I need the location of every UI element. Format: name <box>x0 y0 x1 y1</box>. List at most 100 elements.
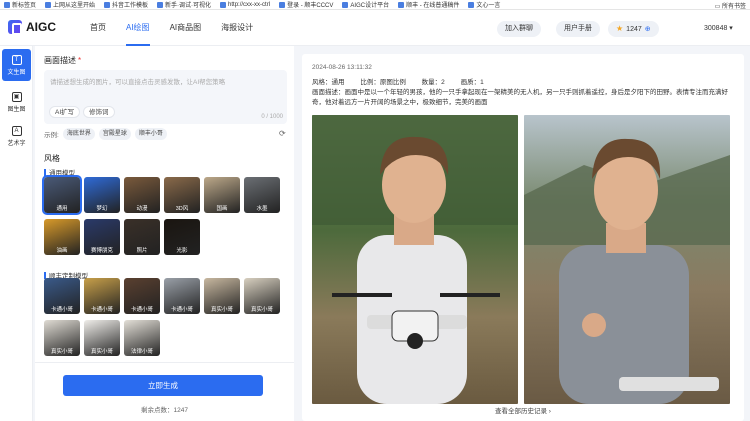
bookmark-item[interactable]: 顺丰 - 在线普通稿件 <box>398 0 459 9</box>
generate-button[interactable]: 立即生成 <box>63 375 263 396</box>
bookmark-item[interactable]: 新手·调试·可视化 <box>157 0 211 9</box>
user-manual-button[interactable]: 用户手册 <box>556 21 600 37</box>
custom-model-thumb[interactable]: 卡通小哥 <box>84 278 120 314</box>
result-datetime: 2024-08-26 13:11:32 <box>312 64 372 71</box>
style-thumb[interactable]: 通用 <box>42 175 82 215</box>
example-chip[interactable]: 宫殿星球 <box>98 128 131 140</box>
style-label: 通用 <box>56 206 68 212</box>
prompt-placeholder: 请描述想生成的图片，可以直接点击灵感发散，让AI帮您策略 <box>50 79 226 86</box>
bookmarks-bar: 新标签页 上网从这里开始 抖音工作模板 新手·调试·可视化 http://cxx… <box>0 0 750 10</box>
logo-icon <box>8 20 22 35</box>
custom-model-thumb[interactable]: 真实小哥 <box>84 320 120 356</box>
style-label: 动漫 <box>136 206 148 212</box>
style-label: 照片 <box>136 248 148 254</box>
bookmark-icon <box>279 1 286 8</box>
bookmark-icon <box>342 1 349 8</box>
refresh-icon[interactable]: ⟳ <box>279 129 286 138</box>
custom-model-label: 真实小哥 <box>50 349 73 355</box>
custom-model-thumb[interactable]: 真实小哥 <box>204 278 240 314</box>
settings-panel: 画面描述 * 请描述想生成的图片，可以直接点击灵感发散，让AI帮您策略 0 / 1… <box>35 46 294 421</box>
style-thumb[interactable]: 光影 <box>164 219 200 255</box>
bookmark-item[interactable]: 文心一言 <box>468 0 500 9</box>
custom-model-label: 卡通小哥 <box>90 307 113 313</box>
custom-model-thumb[interactable]: 真实小哥 <box>244 278 280 314</box>
result-panel: 2024-08-26 13:11:32 风格：通用 比例：原图比例 数量：2 画… <box>302 54 744 421</box>
boy-drone-photo <box>524 115 730 404</box>
bookmark-item[interactable]: 抖音工作模板 <box>104 0 148 9</box>
result-params: 风格：通用 比例：原图比例 数量：2 画质：1 <box>312 79 484 86</box>
rail-text-to-image[interactable]: T 文生图 <box>2 49 31 81</box>
rail-art-text[interactable]: A 艺术字 <box>2 120 31 152</box>
star-icon: ★ <box>616 24 624 33</box>
style-thumb[interactable]: 油画 <box>44 219 80 255</box>
result-description: 画面描述：画面中是以一个年轻的男孩，他的一只手拿起现在一架精美的无人机，另一只手… <box>312 89 728 106</box>
boy-drone-photo <box>312 115 518 404</box>
style-thumb[interactable]: 水墨 <box>244 177 280 213</box>
general-model-title: 通用模型 <box>44 167 75 177</box>
nav-home[interactable]: 首页 <box>80 10 116 46</box>
prompt-title: 画面描述 * <box>44 56 82 65</box>
custom-model-label: 卡通小哥 <box>50 307 73 313</box>
style-thumb[interactable]: 梦幻 <box>84 177 120 213</box>
chevron-down-icon: ▾ <box>727 25 733 32</box>
result-image[interactable] <box>524 115 730 404</box>
style-thumb[interactable]: 3D风 <box>164 177 200 213</box>
char-counter: 0 / 1000 <box>261 114 283 120</box>
image-icon: ▣ <box>11 91 22 102</box>
ai-expand-button[interactable]: AI扩写 <box>49 106 81 118</box>
custom-model-thumb[interactable]: 卡通小哥 <box>44 278 80 314</box>
bookmark-item[interactable]: 新标签页 <box>4 0 36 9</box>
style-label: 3D风 <box>175 206 189 212</box>
custom-model-thumb[interactable]: 法律小哥 <box>124 320 160 356</box>
top-header: AIGC 首页 AI绘图 AI商品图 海报设计 加入群聊 用户手册 ★ 1247 ⊕… <box>0 10 750 46</box>
generate-area: 立即生成 剩余点数：1247 <box>35 362 294 421</box>
nav-ai-drawing[interactable]: AI绘图 <box>116 10 160 46</box>
style-thumb[interactable]: 照片 <box>124 219 160 255</box>
bookmark-icon <box>157 1 164 8</box>
rail-image-to-image[interactable]: ▣ 图生图 <box>2 86 31 118</box>
custom-model-label: 卡通小哥 <box>170 307 193 313</box>
style-label: 梦幻 <box>96 206 108 212</box>
custom-model-thumb[interactable]: 卡通小哥 <box>124 278 160 314</box>
custom-model-thumb[interactable]: 卡通小哥 <box>164 278 200 314</box>
style-thumb[interactable]: 动漫 <box>124 177 160 213</box>
nav-ai-product[interactable]: AI商品图 <box>160 10 212 46</box>
bookmark-icon <box>104 1 111 8</box>
custom-model-thumb[interactable]: 真实小哥 <box>44 320 80 356</box>
style-label: 油画 <box>56 248 68 254</box>
nav-poster[interactable]: 海报设计 <box>211 10 263 46</box>
bookmark-item[interactable]: http://cxx-xx-ctrl <box>220 1 270 8</box>
bookmark-item[interactable]: 登录 - 顺丰CCCV <box>279 0 333 9</box>
all-bookmarks[interactable]: ▭ 所有书签 <box>715 1 746 9</box>
bookmark-item[interactable]: AIGC设计平台 <box>342 0 389 9</box>
custom-model-label: 真实小哥 <box>90 349 113 355</box>
example-chip[interactable]: 顺丰小哥 <box>134 128 167 140</box>
join-group-button[interactable]: 加入群聊 <box>497 21 541 37</box>
custom-model-label: 法律小哥 <box>130 349 153 355</box>
prompt-input[interactable]: 请描述想生成的图片，可以直接点击灵感发散，让AI帮您策略 0 / 1000 <box>44 70 287 124</box>
style-thumb[interactable]: 国画 <box>204 177 240 213</box>
bookmark-item[interactable]: 上网从这里开始 <box>45 0 95 9</box>
style-label: 水墨 <box>256 206 268 212</box>
app-logo[interactable]: AIGC <box>8 20 56 35</box>
bookmark-icon <box>4 1 10 8</box>
bookmark-icon <box>220 1 227 8</box>
modifiers-button[interactable]: 修饰词 <box>83 106 115 118</box>
balance-text: 剩余点数：1247 <box>141 407 188 414</box>
bookmark-icon <box>45 1 52 8</box>
style-title: 风格 <box>44 154 60 163</box>
example-chip[interactable]: 海底世界 <box>62 128 95 140</box>
custom-model-label: 卡通小哥 <box>130 307 153 313</box>
user-account[interactable]: 300848 ▾ <box>704 21 733 37</box>
style-thumb[interactable]: 赛博朋克 <box>84 219 120 255</box>
bookmark-icon <box>468 1 475 8</box>
custom-model-label: 真实小哥 <box>250 307 273 313</box>
text-icon: T <box>11 54 22 65</box>
result-image[interactable] <box>312 115 518 404</box>
style-label: 光影 <box>176 248 188 254</box>
points-badge[interactable]: ★ 1247 ⊕ <box>608 21 659 37</box>
examples-row: 示例: 海底世界 宫殿星球 顺丰小哥 <box>44 128 167 140</box>
history-link[interactable]: 查看全部历史记录 › <box>302 405 744 415</box>
plus-icon: ⊕ <box>644 26 651 33</box>
custom-model-label: 真实小哥 <box>210 307 233 313</box>
